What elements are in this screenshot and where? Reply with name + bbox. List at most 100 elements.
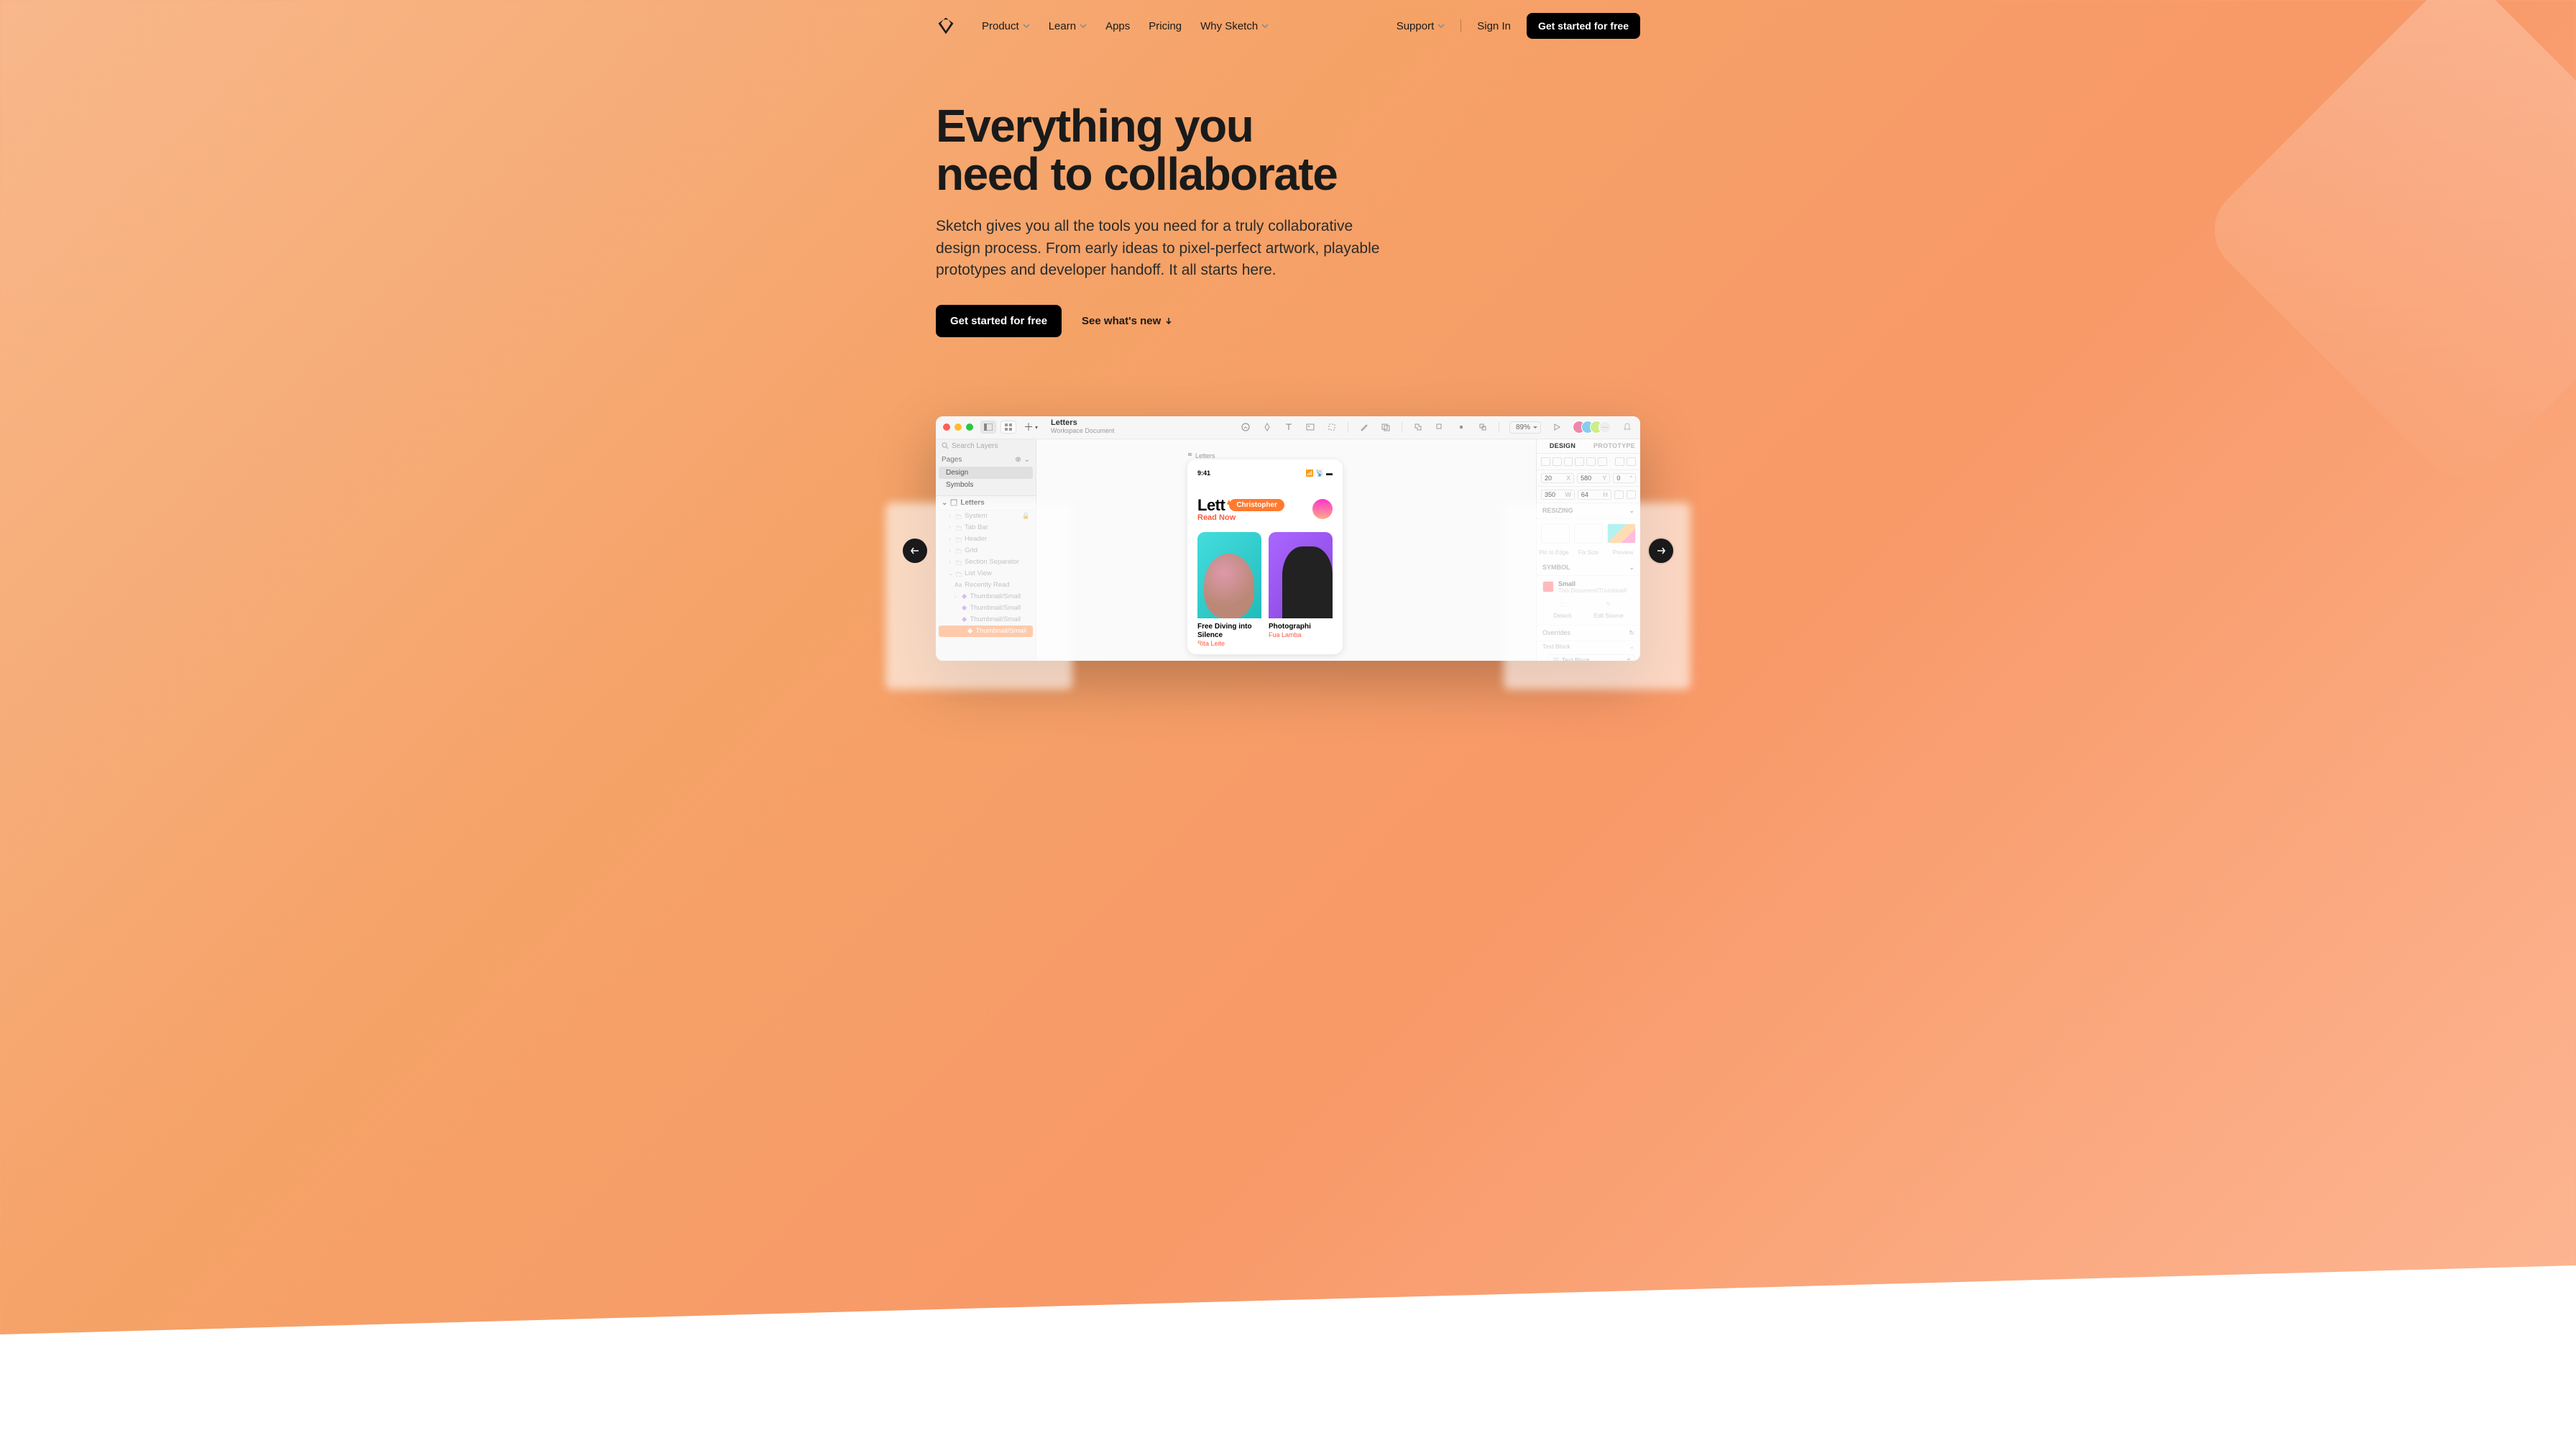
align-top-button[interactable] — [1575, 457, 1584, 466]
nav-label: Support — [1397, 20, 1435, 32]
mask-tool[interactable] — [1380, 421, 1392, 433]
hero-title: Everything you need to collaborate — [936, 102, 1453, 198]
pencil-tool[interactable] — [1358, 421, 1370, 433]
artboard-label[interactable]: Letters — [1187, 452, 1215, 459]
intersect-tool[interactable] — [1455, 421, 1467, 433]
read-now-label: Read Now — [1197, 513, 1284, 522]
hero-cta-button[interactable]: Get started for free — [936, 305, 1062, 337]
wifi-icon: 📡 — [1316, 470, 1324, 477]
page-item[interactable]: Symbols — [936, 479, 1036, 491]
signal-icon: 📶 — [1306, 470, 1314, 477]
difference-tool[interactable] — [1477, 421, 1489, 433]
align-row — [1537, 454, 1640, 470]
search-icon — [942, 442, 949, 449]
align-right-button[interactable] — [1564, 457, 1573, 466]
carousel-prev-button[interactable] — [903, 539, 927, 563]
preview-button[interactable] — [1551, 421, 1563, 433]
symbol-tool[interactable] — [1240, 421, 1251, 433]
nav-divider — [1460, 19, 1461, 32]
insert-button[interactable]: ＋▾ — [1024, 420, 1038, 434]
avatar-more: ⋯ — [1598, 421, 1611, 434]
w-field[interactable]: 350W — [1541, 490, 1575, 500]
nav-product[interactable]: Product — [982, 20, 1030, 32]
artboard-name: Letters — [1195, 452, 1215, 459]
chevron-down-icon — [1080, 22, 1087, 29]
style-icon — [1262, 422, 1272, 432]
minimize-dot[interactable] — [954, 423, 962, 431]
get-started-button[interactable]: Get started for free — [1527, 13, 1640, 39]
battery-icon: ▬ — [1326, 470, 1333, 477]
arrow-left-icon — [910, 546, 920, 556]
style-tool[interactable] — [1261, 421, 1273, 433]
card-title: Free Diving into Silence — [1197, 623, 1261, 640]
close-dot[interactable] — [943, 423, 950, 431]
x-field[interactable]: 20X — [1541, 473, 1574, 483]
nav-label: Pricing — [1149, 20, 1182, 32]
flip-h-button[interactable] — [1614, 490, 1624, 499]
symbol-icon — [1241, 422, 1251, 432]
whats-new-link[interactable]: See what's new — [1082, 315, 1172, 327]
logo[interactable] — [936, 16, 956, 36]
components-view-button[interactable] — [1000, 421, 1016, 434]
carousel-next-button[interactable] — [1649, 539, 1673, 563]
nav-support[interactable]: Support — [1397, 20, 1445, 32]
field-value: 20 — [1545, 475, 1552, 482]
sign-in-link[interactable]: Sign In — [1477, 20, 1511, 32]
intersect-icon — [1456, 422, 1466, 432]
sidebar-toggle-button[interactable] — [980, 421, 996, 434]
canvas[interactable]: Letters 9:41 📶 📡 ▬ — [1036, 439, 1536, 661]
profile-avatar — [1312, 499, 1333, 519]
link-label: See what's new — [1082, 315, 1161, 327]
flag-icon — [1187, 453, 1193, 459]
flip-v-button[interactable] — [1627, 490, 1636, 499]
layer-search[interactable]: Search Layers — [936, 439, 1036, 453]
nav-label: Apps — [1105, 20, 1130, 32]
nav-learn[interactable]: Learn — [1049, 20, 1087, 32]
tab-prototype[interactable]: PROTOTYPE — [1588, 439, 1640, 453]
nav-why-sketch[interactable]: Why Sketch — [1200, 20, 1269, 32]
notifications-button[interactable] — [1622, 421, 1633, 433]
align-center-button[interactable] — [1552, 457, 1562, 466]
nav-label: Learn — [1049, 20, 1076, 32]
distribute-h-button[interactable] — [1615, 457, 1624, 466]
collapse-icon[interactable]: ⌄ — [1024, 456, 1030, 464]
difference-icon — [1478, 422, 1488, 432]
union-tool[interactable] — [1412, 421, 1424, 433]
top-nav: Product Learn Apps Pricing Why Sketch Su… — [936, 0, 1640, 52]
doc-subtitle-text: Workspace Document — [1051, 427, 1114, 435]
page-item[interactable]: Design — [939, 467, 1033, 479]
text-tool[interactable] — [1283, 421, 1294, 433]
hero-body: Sketch gives you all the tools you need … — [936, 216, 1381, 281]
subtract-tool[interactable] — [1434, 421, 1445, 433]
blur-preview-right — [1504, 503, 1690, 690]
angle-field[interactable]: 0° — [1613, 473, 1636, 483]
y-field[interactable]: 580Y — [1577, 473, 1610, 483]
app-showcase: ＋▾ Letters Workspace Document — [936, 416, 1640, 661]
align-middle-button[interactable] — [1586, 457, 1596, 466]
document-title[interactable]: Letters Workspace Document — [1051, 419, 1114, 435]
collaborator-avatars[interactable]: ⋯ — [1573, 421, 1611, 434]
h-field[interactable]: 64H — [1578, 490, 1611, 500]
artboard: 9:41 📶 📡 ▬ Lett Christophe — [1187, 459, 1343, 654]
bell-icon — [1622, 422, 1632, 432]
artboard-title: Lett — [1197, 496, 1225, 515]
tab-design[interactable]: DESIGN — [1537, 439, 1588, 453]
pages-header: Pages ⊕ ⌄ — [936, 453, 1036, 467]
card-image — [1269, 532, 1333, 618]
nav-pricing[interactable]: Pricing — [1149, 20, 1182, 32]
distribute-v-button[interactable] — [1627, 457, 1636, 466]
nav-label: Product — [982, 20, 1019, 32]
align-left-button[interactable] — [1541, 457, 1550, 466]
content-card: Photographi Fua Lamba — [1269, 532, 1333, 647]
nav-apps[interactable]: Apps — [1105, 20, 1130, 32]
field-value: 580 — [1581, 475, 1591, 482]
nav-label: Why Sketch — [1200, 20, 1258, 32]
hotspot-tool[interactable] — [1326, 421, 1338, 433]
add-page-icon[interactable]: ⊕ — [1015, 456, 1021, 464]
zoom-select[interactable]: 89% — [1509, 421, 1541, 434]
arrow-down-icon — [1165, 317, 1172, 324]
maximize-dot[interactable] — [966, 423, 973, 431]
image-tool[interactable] — [1305, 421, 1316, 433]
card-author: Fua Lamba — [1269, 631, 1333, 638]
align-bottom-button[interactable] — [1598, 457, 1607, 466]
